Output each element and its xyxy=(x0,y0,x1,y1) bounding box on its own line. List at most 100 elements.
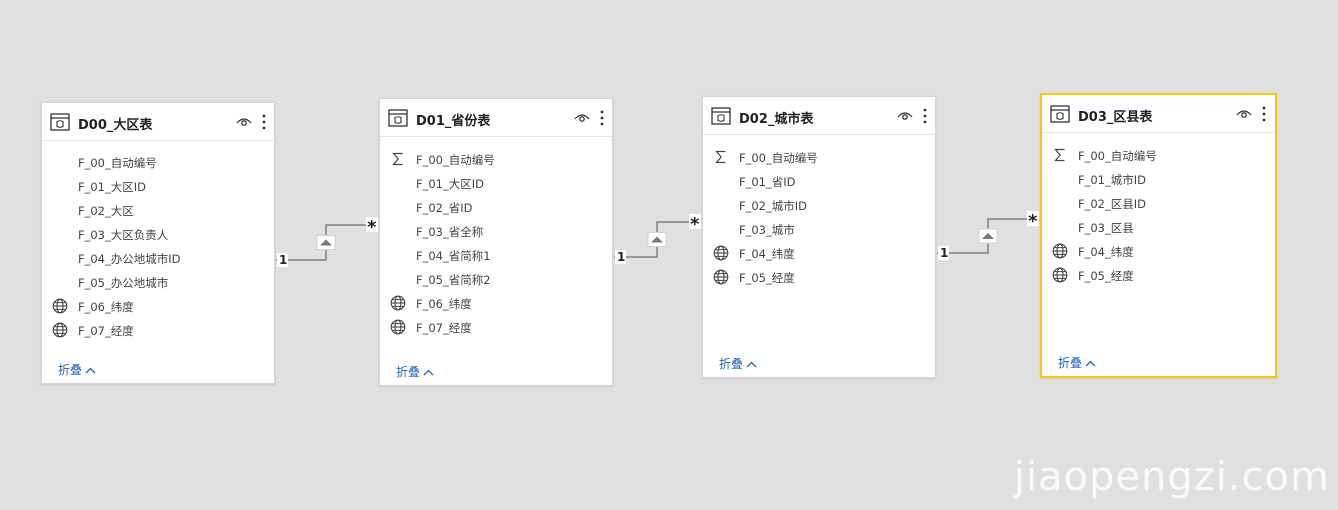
field-name: F_03_城市 xyxy=(739,223,795,237)
field-name: F_04_省简称1 xyxy=(416,249,491,263)
collapse-label: 折叠 xyxy=(396,365,421,379)
field-name: F_00_自动编号 xyxy=(78,156,157,170)
field-name: F_06_纬度 xyxy=(78,300,134,314)
field-name: F_01_大区ID xyxy=(78,180,146,194)
collapse-button[interactable]: 折叠 xyxy=(719,355,757,372)
field-row[interactable]: F_03_城市 xyxy=(703,217,935,241)
watermark-text: jiaopengzi.com xyxy=(1013,454,1330,500)
field-name: F_06_纬度 xyxy=(416,297,472,311)
field-name: F_04_纬度 xyxy=(1078,245,1134,259)
field-name: F_00_自动编号 xyxy=(739,151,818,165)
field-row[interactable]: F_02_城市ID xyxy=(703,193,935,217)
sigma-icon xyxy=(1052,147,1068,163)
field-row[interactable]: F_05_经度 xyxy=(703,265,935,289)
field-row[interactable]: F_04_办公地城市ID xyxy=(42,246,274,270)
field-name: F_02_大区 xyxy=(78,204,134,218)
field-name: F_04_办公地城市ID xyxy=(78,252,181,266)
field-row[interactable]: F_07_经度 xyxy=(380,315,612,339)
field-row[interactable]: F_02_区县ID xyxy=(1042,191,1275,215)
chevron-up-icon xyxy=(85,367,96,374)
table-card-d03[interactable]: D03_区县表 F_00_自动编号 F_01_城市ID F_02_区县ID F_03_… xyxy=(1040,93,1277,378)
field-name: F_05_办公地城市 xyxy=(78,276,169,290)
field-row[interactable]: F_00_自动编号 xyxy=(380,147,612,171)
table-card-d01[interactable]: D01_省份表 F_00_自动编号 F_01_大区ID F_02_省ID F_03_省… xyxy=(379,98,613,386)
field-name: F_02_城市ID xyxy=(739,199,807,213)
collapse-label: 折叠 xyxy=(719,357,744,371)
field-name: F_07_经度 xyxy=(78,324,134,338)
field-row[interactable]: F_00_自动编号 xyxy=(42,150,274,174)
cardinality-many-label: * xyxy=(690,214,700,235)
field-name: F_04_纬度 xyxy=(739,247,795,261)
globe-icon xyxy=(713,269,729,285)
table-card-header[interactable]: D00_大区表 xyxy=(42,103,274,141)
cardinality-many-label: * xyxy=(1028,211,1038,232)
collapse-button[interactable]: 折叠 xyxy=(1058,354,1096,371)
more-options-icon[interactable] xyxy=(599,109,605,127)
field-row[interactable]: F_01_大区ID xyxy=(42,174,274,198)
sigma-icon xyxy=(390,151,406,167)
globe-icon xyxy=(1052,243,1068,259)
field-row[interactable]: F_01_城市ID xyxy=(1042,167,1275,191)
globe-icon xyxy=(390,295,406,311)
field-row[interactable]: F_07_经度 xyxy=(42,318,274,342)
eye-icon[interactable] xyxy=(236,116,252,128)
table-icon xyxy=(1050,105,1070,123)
field-row[interactable]: F_03_区县 xyxy=(1042,215,1275,239)
field-row[interactable]: F_01_省ID xyxy=(703,169,935,193)
field-name: F_02_省ID xyxy=(416,201,473,215)
field-row[interactable]: F_01_大区ID xyxy=(380,171,612,195)
collapse-label: 折叠 xyxy=(1058,356,1083,370)
cardinality-one-label: 1 xyxy=(617,250,625,264)
field-row[interactable]: F_02_大区 xyxy=(42,198,274,222)
table-card-header[interactable]: D02_城市表 xyxy=(703,97,935,135)
field-row[interactable]: F_05_省简称2 xyxy=(380,267,612,291)
field-row[interactable]: F_00_自动编号 xyxy=(703,145,935,169)
field-name: F_05_省简称2 xyxy=(416,273,491,287)
globe-icon xyxy=(713,245,729,261)
more-options-icon[interactable] xyxy=(1261,105,1267,123)
eye-icon[interactable] xyxy=(1236,108,1252,120)
field-row[interactable]: F_04_省简称1 xyxy=(380,243,612,267)
field-row[interactable]: F_02_省ID xyxy=(380,195,612,219)
cardinality-one-label: 1 xyxy=(279,253,287,267)
field-name: F_00_自动编号 xyxy=(416,153,495,167)
field-name: F_01_大区ID xyxy=(416,177,484,191)
field-row[interactable]: F_05_办公地城市 xyxy=(42,270,274,294)
field-name: F_02_区县ID xyxy=(1078,197,1146,211)
field-row[interactable]: F_00_自动编号 xyxy=(1042,143,1275,167)
table-card-header[interactable]: D01_省份表 xyxy=(380,99,612,137)
field-row[interactable]: F_04_纬度 xyxy=(703,241,935,265)
sigma-icon xyxy=(713,149,729,165)
field-name: F_03_省全称 xyxy=(416,225,484,239)
cardinality-one-label: 1 xyxy=(940,246,948,260)
globe-icon xyxy=(1052,267,1068,283)
collapse-button[interactable]: 折叠 xyxy=(396,363,434,380)
field-row[interactable]: F_06_纬度 xyxy=(42,294,274,318)
table-card-d00[interactable]: D00_大区表 F_00_自动编号 F_01_大区ID F_02_大区 F_03_大区… xyxy=(41,102,275,384)
collapse-button[interactable]: 折叠 xyxy=(58,361,96,378)
table-card-d02[interactable]: D02_城市表 F_00_自动编号 F_01_省ID F_02_城市ID F_03_城… xyxy=(702,96,936,378)
chevron-up-icon xyxy=(746,361,757,368)
table-icon xyxy=(711,107,731,125)
more-options-icon[interactable] xyxy=(261,113,267,131)
table-title: D00_大区表 xyxy=(78,118,153,133)
more-options-icon[interactable] xyxy=(922,107,928,125)
field-row[interactable]: F_05_经度 xyxy=(1042,263,1275,287)
field-row[interactable]: F_03_大区负责人 xyxy=(42,222,274,246)
table-title: D03_区县表 xyxy=(1078,110,1153,125)
globe-icon xyxy=(390,319,406,335)
eye-icon[interactable] xyxy=(897,110,913,122)
field-name: F_07_经度 xyxy=(416,321,472,335)
field-row[interactable]: F_06_纬度 xyxy=(380,291,612,315)
table-card-header[interactable]: D03_区县表 xyxy=(1042,95,1275,133)
table-icon xyxy=(50,113,70,131)
field-name: F_01_城市ID xyxy=(1078,173,1146,187)
field-row[interactable]: F_04_纬度 xyxy=(1042,239,1275,263)
globe-icon xyxy=(52,322,68,338)
field-row[interactable]: F_03_省全称 xyxy=(380,219,612,243)
cardinality-many-label: * xyxy=(367,217,377,238)
field-name: F_01_省ID xyxy=(739,175,796,189)
eye-icon[interactable] xyxy=(574,112,590,124)
field-name: F_05_经度 xyxy=(1078,269,1134,283)
field-name: F_03_区县 xyxy=(1078,221,1134,235)
